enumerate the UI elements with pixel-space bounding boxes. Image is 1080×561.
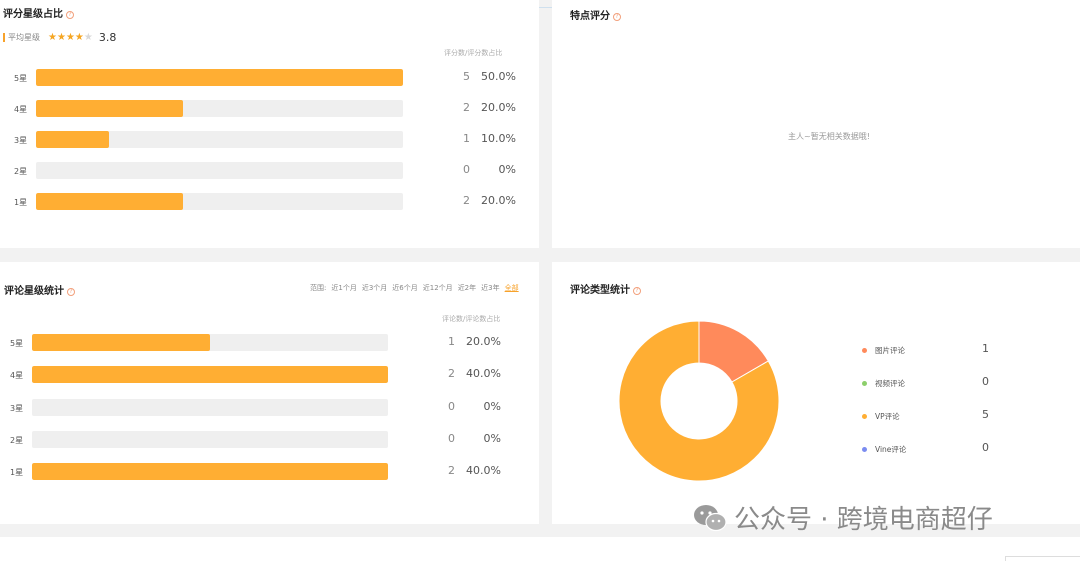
range-option[interactable]: 近12个月 [423, 283, 453, 293]
bar-track [36, 162, 403, 179]
help-icon[interactable]: ? [67, 288, 75, 296]
star-empty-icon: ★ [83, 32, 93, 43]
row-label: 4星 [14, 105, 28, 114]
average-rating: 平均星级 ★★★★★ 3.8 [3, 31, 116, 44]
bar-fill [36, 193, 183, 210]
range-option[interactable]: 近3年 [481, 283, 499, 293]
row-label: 1星 [14, 198, 28, 207]
legend-label: Vine评论 [875, 445, 907, 454]
bar-fill [36, 131, 110, 148]
bar-fill [36, 69, 403, 86]
star-rating-icon: ★★★★★ [48, 32, 93, 43]
corner-box [1005, 556, 1080, 561]
row-percent: 10.0% [481, 132, 516, 145]
star-filled-icon: ★ [48, 32, 57, 43]
star-filled-icon: ★ [74, 32, 84, 43]
range-option[interactable]: 近2年 [458, 283, 476, 293]
range-filter: 范围: 近1个月 近3个月 近6个月 近12个月 近2年 近3年 全部 [310, 283, 524, 293]
row-label: 3星 [14, 136, 28, 145]
bar-track [36, 131, 403, 148]
row-percent: 0% [483, 399, 501, 413]
column-header: 评论数/评论数占比 [442, 315, 501, 323]
range-option[interactable]: 全部 [505, 283, 519, 293]
card-title: 评论星级统计? [4, 282, 75, 297]
review-type-card: 评论类型统计? 图片评论 1 视频评论 0 VP评论 5 Vine评论 0 [552, 262, 1080, 524]
row-label: 5星 [14, 74, 28, 83]
card-title: 评分星级占比? [3, 5, 74, 20]
row-label: 4星 [10, 371, 24, 381]
legend-value: 1 [982, 342, 989, 355]
bar-track [36, 193, 403, 210]
wechat-icon [694, 504, 727, 531]
watermark: 公众号 · 跨境电商超仔 [692, 499, 993, 536]
avg-label: 平均星级 [8, 33, 40, 42]
star-filled-icon: ★ [65, 32, 75, 43]
bar-fill [32, 366, 388, 384]
row-percent: 40.0% [466, 367, 501, 381]
accent-marker [3, 33, 5, 42]
card-title: 特点评分? [570, 7, 621, 22]
bar-track [32, 398, 388, 416]
avg-score: 3.8 [98, 31, 117, 44]
rating-share-title: 评分星级占比 [3, 9, 63, 20]
row-label: 5星 [10, 339, 24, 348]
row-percent: 50.0% [481, 70, 516, 83]
range-label: 范围: [310, 284, 327, 292]
empty-state-text: 主人~暂无相关数据哦! [788, 132, 870, 141]
legend-value: 0 [982, 375, 989, 388]
bar-fill [32, 334, 210, 351]
help-icon[interactable]: ? [633, 287, 641, 295]
row-percent: 20.0% [481, 101, 516, 114]
help-icon[interactable]: ? [66, 11, 74, 19]
row-label: 2星 [10, 435, 24, 445]
review-stats-card: 评论星级统计? 评论数/评论数占比 5星 1 20.0% 4星 2 40.0% 3星 0 0% 2… [0, 262, 539, 524]
legend-dot-icon [862, 381, 867, 386]
help-icon[interactable]: ? [613, 13, 621, 21]
legend-item[interactable]: VP评论 [862, 411, 900, 422]
legend-item[interactable]: 图片评论 [862, 345, 905, 356]
row-percent: 0% [498, 163, 516, 176]
review-stats-title: 评论星级统计 [4, 286, 64, 297]
star-filled-icon: ★ [56, 32, 66, 43]
row-label: 2星 [14, 167, 28, 176]
row-percent: 40.0% [466, 464, 501, 478]
review-type-donut-chart [618, 320, 780, 482]
bar-track [32, 430, 388, 448]
range-option[interactable]: 近1个月 [331, 283, 356, 293]
legend-dot-icon [862, 414, 867, 419]
legend-value: 0 [982, 441, 989, 454]
legend-label: 图片评论 [875, 346, 905, 355]
bar-track [36, 100, 403, 117]
bar-track [32, 366, 388, 384]
row-percent: 0% [483, 431, 501, 445]
bar-track [36, 69, 403, 86]
legend-value: 5 [982, 408, 989, 421]
feature-score-card: 特点评分? 主人~暂无相关数据哦! [552, 0, 1080, 248]
feature-score-title: 特点评分 [570, 11, 610, 22]
range-option[interactable]: 近3个月 [362, 283, 387, 293]
legend-dot-icon [862, 348, 867, 353]
row-label: 3星 [10, 403, 24, 413]
legend-item[interactable]: 视频评论 [862, 378, 905, 389]
rating-share-card: 评分星级占比? 平均星级 ★★★★★ 3.8 评分数/评分数占比 5星 5 50.0… [0, 0, 539, 248]
legend-dot-icon [862, 447, 867, 452]
watermark-text: 公众号 · 跨境电商超仔 [734, 505, 993, 535]
column-header: 评分数/评分数占比 [444, 49, 503, 57]
card-title: 评论类型统计? [570, 281, 641, 296]
bar-fill [36, 100, 183, 117]
bar-track [32, 463, 388, 481]
legend-label: 视频评论 [875, 379, 905, 388]
range-option[interactable]: 近6个月 [392, 283, 417, 293]
bar-track [32, 334, 388, 351]
legend-label: VP评论 [875, 412, 900, 421]
legend-item[interactable]: Vine评论 [862, 444, 906, 455]
row-label: 1星 [10, 468, 24, 478]
bar-fill [32, 463, 388, 481]
row-percent: 20.0% [481, 194, 516, 207]
review-type-title: 评论类型统计 [570, 285, 630, 296]
row-percent: 20.0% [466, 335, 501, 348]
bottom-strip [0, 537, 1080, 561]
